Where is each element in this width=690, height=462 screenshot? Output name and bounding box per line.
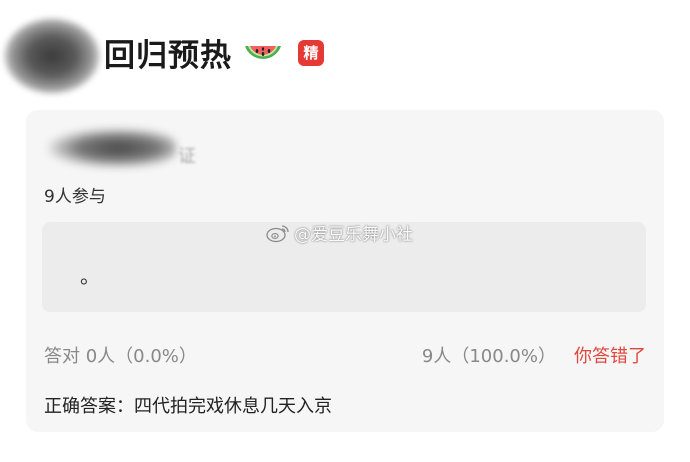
avatar-blurred[interactable]	[4, 18, 100, 94]
post-title: 回归预热	[104, 38, 232, 74]
quiz-card: 证 9人参与 。 @爱豆乐舞小社 答对 0人（0.0%） 9人（100.0%） …	[26, 110, 664, 432]
weibo-icon	[266, 224, 289, 242]
watermelon-icon	[242, 38, 284, 68]
result-stats: 答对 0人（0.0%） 9人（100.0%） 你答错了	[44, 342, 646, 368]
watermark: @爱豆乐舞小社	[266, 220, 413, 245]
blurred-question-title: 证	[48, 116, 208, 172]
correct-stat: 答对 0人（0.0%）	[44, 346, 197, 367]
wrong-stat: 9人（100.0%）	[421, 346, 556, 367]
result-label: 你答错了	[574, 346, 646, 367]
featured-badge: 精	[298, 39, 324, 66]
correct-answer: 正确答案：四代拍完戏休息几天入京	[44, 396, 332, 417]
option-text: 。	[80, 264, 100, 288]
post-header: 回归预热 精	[104, 30, 324, 75]
participant-count: 9人参与	[44, 187, 106, 207]
watermark-text: @爱豆乐舞小社	[294, 225, 413, 245]
